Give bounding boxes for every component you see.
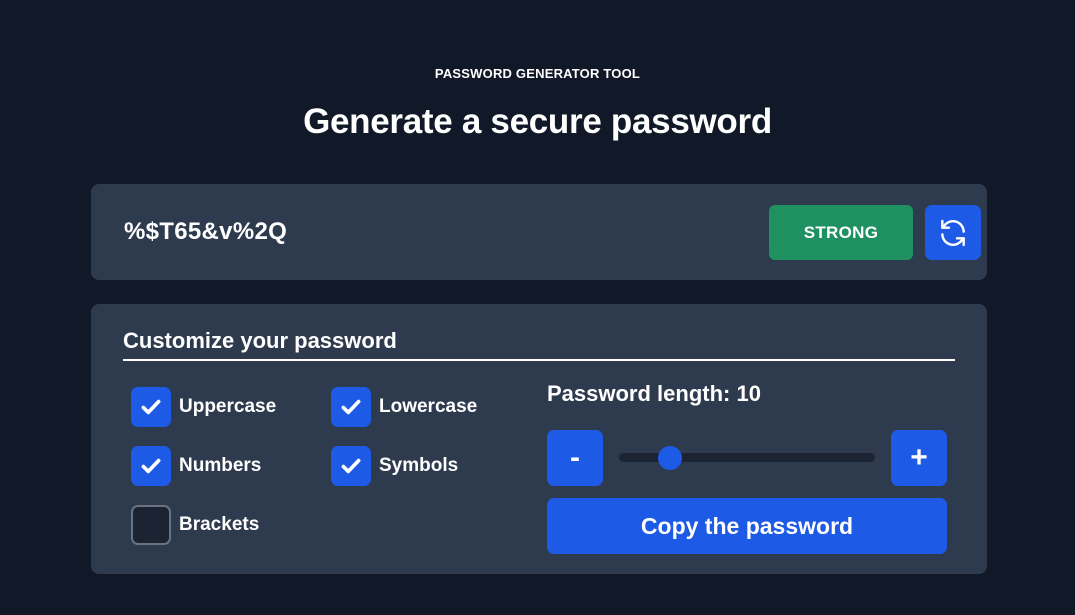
check-icon — [341, 399, 361, 415]
title-divider — [123, 359, 955, 361]
refresh-icon — [941, 219, 965, 246]
symbols-label: Symbols — [379, 455, 459, 476]
password-display-card: %$T65&v%2Q STRONG — [91, 184, 987, 280]
customize-card: Customize your password Uppercase Lowerc… — [91, 304, 987, 574]
check-icon — [341, 458, 361, 474]
symbols-checkbox[interactable] — [331, 446, 371, 486]
option-uppercase[interactable]: Uppercase — [131, 387, 276, 427]
option-symbols[interactable]: Symbols — [331, 446, 458, 486]
customize-title: Customize your password — [123, 328, 397, 353]
increment-length-button[interactable]: + — [891, 430, 947, 486]
check-icon — [141, 458, 161, 474]
option-lowercase[interactable]: Lowercase — [331, 387, 477, 427]
page-title: Generate a secure password — [303, 102, 772, 141]
option-numbers[interactable]: Numbers — [131, 446, 261, 486]
regenerate-button[interactable] — [925, 205, 981, 260]
uppercase-label: Uppercase — [179, 396, 277, 417]
uppercase-checkbox[interactable] — [131, 387, 171, 427]
numbers-label: Numbers — [179, 455, 262, 476]
decrement-length-button[interactable]: - — [547, 430, 603, 486]
brackets-label: Brackets — [179, 514, 260, 535]
generated-password[interactable]: %$T65&v%2Q — [124, 218, 287, 246]
strength-badge: STRONG — [769, 205, 913, 260]
eyebrow-label: PASSWORD GENERATOR TOOL — [434, 66, 641, 81]
check-icon — [141, 399, 161, 415]
option-brackets[interactable]: Brackets — [131, 505, 259, 545]
brackets-checkbox[interactable] — [131, 505, 171, 545]
length-slider-thumb[interactable] — [657, 446, 682, 470]
lowercase-label: Lowercase — [379, 396, 478, 417]
copy-password-button[interactable]: Copy the password — [547, 498, 947, 554]
numbers-checkbox[interactable] — [131, 446, 171, 486]
lowercase-checkbox[interactable] — [331, 387, 371, 427]
length-label: Password length: 10 — [547, 381, 761, 406]
